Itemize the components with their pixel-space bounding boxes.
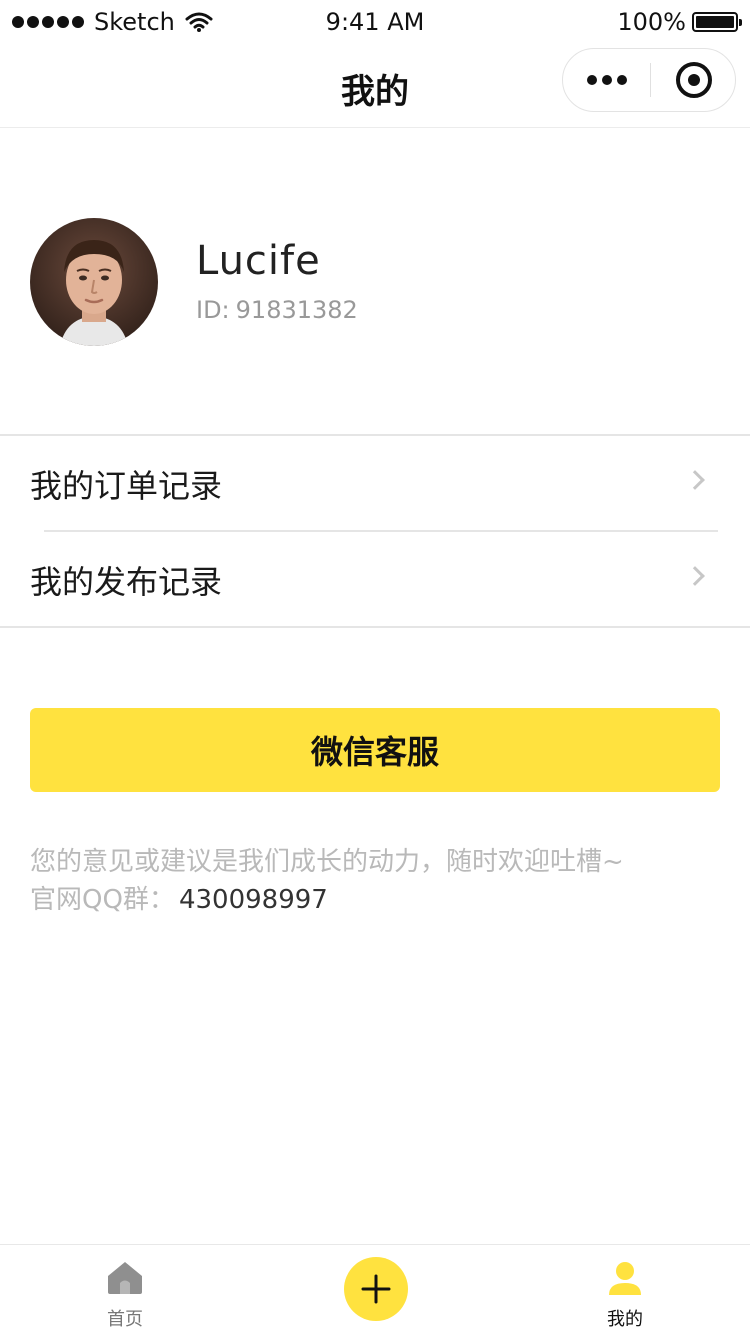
feedback-text: 您的意见或建议是我们成长的动力，随时欢迎吐槽~ [30, 847, 624, 877]
plus-icon [361, 1274, 391, 1304]
user-avatar-photo [30, 218, 158, 346]
menu-item-posts[interactable]: 我的发布记录 [0, 533, 750, 627]
user-icon [609, 1262, 641, 1295]
tab-mine[interactable]: 我的 [565, 1245, 685, 1334]
status-right: 100% [617, 8, 742, 36]
battery-percent: 100% [617, 8, 686, 36]
home-icon [108, 1262, 142, 1294]
qq-group-label: 官网QQ群： [30, 885, 175, 915]
tab-bar: 首页 我的 [0, 1244, 750, 1334]
battery-icon [692, 12, 742, 32]
tab-home[interactable]: 首页 [65, 1245, 185, 1334]
tab-label: 我的 [607, 1309, 643, 1330]
wechat-service-button[interactable]: 微信客服 [30, 708, 720, 792]
menu-item-label: 我的订单记录 [30, 467, 223, 505]
menu-item-label: 我的发布记录 [30, 563, 223, 601]
nav-bar: 我的 [0, 44, 750, 128]
user-id-label: ID: [196, 296, 230, 324]
username: Lucife [196, 238, 321, 284]
close-target-icon[interactable] [651, 49, 737, 111]
divider [44, 530, 718, 532]
more-dots-icon[interactable] [563, 49, 650, 111]
my-profile-screen: Sketch 9:41 AM 100% 我的 Lucife ID: 918313… [0, 0, 750, 1334]
qq-group-line: 官网QQ群： 430098997 [30, 880, 328, 920]
qq-group-number[interactable]: 430098997 [179, 885, 328, 915]
menu-item-orders[interactable]: 我的订单记录 [0, 437, 750, 531]
add-post-button[interactable] [344, 1257, 408, 1321]
profile-header: Lucife ID: 91831382 [0, 128, 750, 435]
user-id-value: 91831382 [235, 296, 358, 324]
chevron-right-icon [685, 470, 705, 490]
avatar[interactable] [30, 218, 158, 346]
mini-program-capsule [562, 48, 736, 112]
chevron-right-icon [685, 566, 705, 586]
status-bar: Sketch 9:41 AM 100% [0, 0, 750, 44]
user-id: ID: 91831382 [196, 296, 358, 324]
divider [0, 626, 750, 628]
divider [0, 434, 750, 436]
tab-label: 首页 [107, 1309, 143, 1330]
